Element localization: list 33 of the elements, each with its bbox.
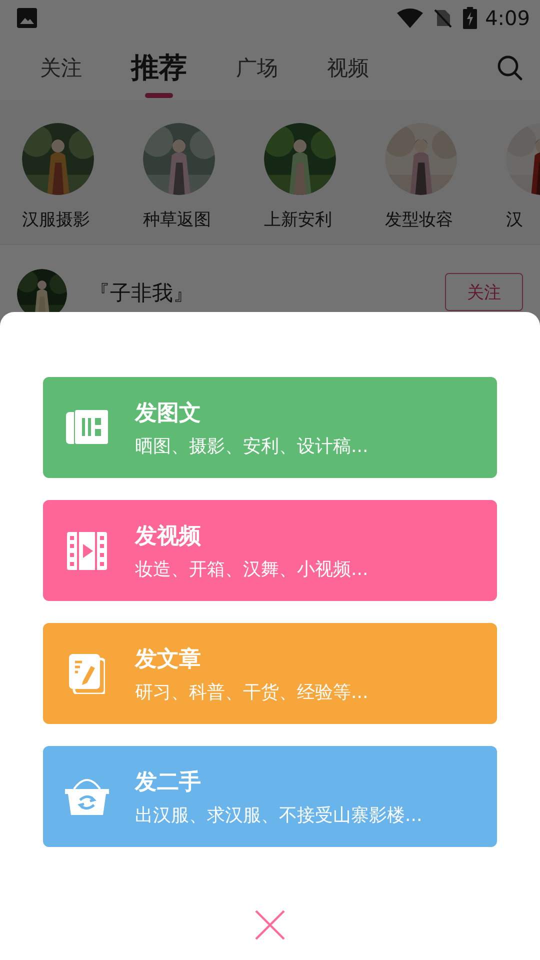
option-title: 发文章 (135, 646, 202, 674)
film-play-icon (67, 532, 107, 570)
option-title: 发视频 (135, 522, 202, 550)
note-pencil-icon (69, 654, 105, 694)
option-description: 妆造、开箱、汉舞、小视频... (135, 558, 368, 580)
category-label[interactable]: 发型妆容 (385, 208, 457, 231)
category-label[interactable]: 种草返图 (143, 208, 215, 231)
tab[interactable]: 视频 (327, 36, 369, 100)
search-icon[interactable] (497, 55, 523, 81)
publish-option[interactable]: 发视频 妆造、开箱、汉舞、小视频... (43, 500, 497, 601)
author-name: 『子非我』 (89, 282, 195, 306)
category-label[interactable]: 上新安利 (264, 208, 336, 231)
option-description: 出汉服、求汉服、不接受山寨影楼... (135, 804, 422, 826)
newspaper-icon (66, 410, 108, 446)
option-title: 发图文 (135, 400, 202, 428)
wifi-icon (397, 8, 424, 28)
image-icon (17, 8, 37, 28)
follow-button[interactable]: 关注 (445, 273, 523, 311)
time: 4:09 (485, 6, 530, 30)
basket-icon (65, 776, 109, 816)
option-title: 发二手 (135, 768, 202, 796)
category-label[interactable]: 汉服摄影 (22, 208, 94, 231)
option-description: 晒图、摄影、安利、设计稿... (135, 434, 368, 458)
publish-option[interactable]: 发文章 研习、科普、干货、经验等... (43, 623, 497, 724)
category-label[interactable]: 汉 (506, 208, 540, 231)
publish-option[interactable]: 发图文 晒图、摄影、安利、设计稿... (43, 377, 497, 478)
option-description: 研习、科普、干货、经验等... (135, 680, 368, 704)
tab[interactable]: 推荐 (131, 36, 187, 100)
no-sim-icon (433, 8, 454, 28)
battery-icon (463, 7, 478, 29)
publish-option[interactable]: 发二手 出汉服、求汉服、不接受山寨影楼... (43, 746, 497, 847)
tab[interactable]: 关注 (40, 36, 82, 100)
tab[interactable]: 广场 (236, 36, 278, 100)
